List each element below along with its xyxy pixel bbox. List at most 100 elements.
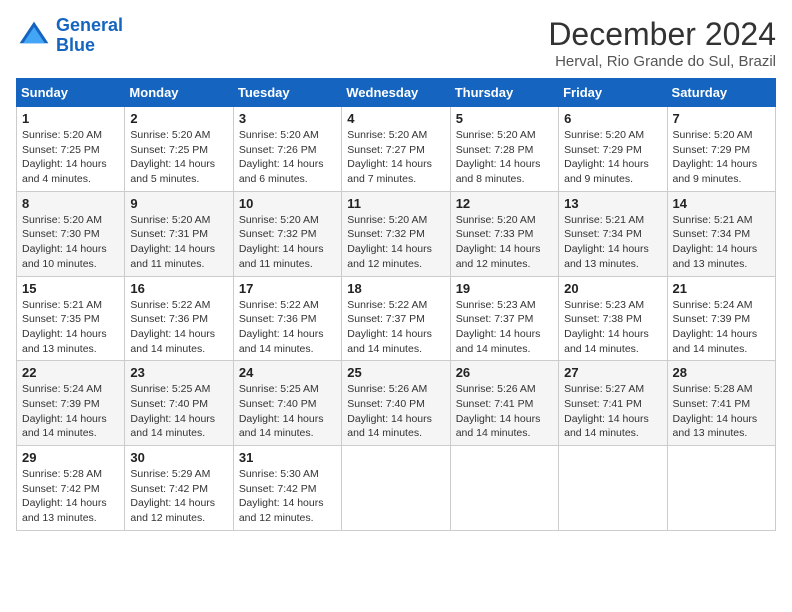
calendar-cell: 3 Sunrise: 5:20 AMSunset: 7:26 PMDaylight…	[233, 107, 341, 192]
day-info: Sunrise: 5:21 AMSunset: 7:35 PMDaylight:…	[22, 298, 119, 357]
calendar-cell: 18Sunrise: 5:22 AMSunset: 7:37 PMDayligh…	[342, 276, 450, 361]
calendar-cell	[667, 446, 775, 531]
weekday-header: Friday	[559, 79, 667, 107]
calendar-cell: 21 Sunrise: 5:24 AMSunset: 7:39 PMDayligh…	[667, 276, 775, 361]
calendar-cell: 29 Sunrise: 5:28 AMSunset: 7:42 PMDayligh…	[17, 446, 125, 531]
calendar-week-row: 1 Sunrise: 5:20 AMSunset: 7:25 PMDaylight…	[17, 107, 776, 192]
calendar-header: SundayMondayTuesdayWednesdayThursdayFrid…	[17, 79, 776, 107]
day-info: Sunrise: 5:20 AMSunset: 7:30 PMDaylight:…	[22, 213, 119, 272]
day-info: Sunrise: 5:20 AMSunset: 7:32 PMDaylight:…	[347, 213, 444, 272]
calendar-cell	[450, 446, 558, 531]
calendar-cell: 14 Sunrise: 5:21 AMSunset: 7:34 PMDayligh…	[667, 191, 775, 276]
day-info: Sunrise: 5:28 AMSunset: 7:41 PMDaylight:…	[673, 382, 770, 441]
day-info: Sunrise: 5:22 AMSunset: 7:36 PMDaylight:…	[239, 298, 336, 357]
day-info: Sunrise: 5:20 AMSunset: 7:28 PMDaylight:…	[456, 128, 553, 187]
day-info: Sunrise: 5:21 AMSunset: 7:34 PMDaylight:…	[673, 213, 770, 272]
calendar-cell: 12 Sunrise: 5:20 AMSunset: 7:33 PMDayligh…	[450, 191, 558, 276]
day-number: 11	[347, 196, 444, 211]
day-info: Sunrise: 5:20 AMSunset: 7:25 PMDaylight:…	[130, 128, 227, 187]
day-number: 8	[22, 196, 119, 211]
calendar-cell: 10 Sunrise: 5:20 AMSunset: 7:32 PMDayligh…	[233, 191, 341, 276]
day-number: 14	[673, 196, 770, 211]
day-info: Sunrise: 5:20 AMSunset: 7:32 PMDaylight:…	[239, 213, 336, 272]
day-info: Sunrise: 5:25 AMSunset: 7:40 PMDaylight:…	[239, 382, 336, 441]
day-number: 6	[564, 111, 661, 126]
weekday-row: SundayMondayTuesdayWednesdayThursdayFrid…	[17, 79, 776, 107]
day-info: Sunrise: 5:20 AMSunset: 7:33 PMDaylight:…	[456, 213, 553, 272]
calendar-cell: 30Sunrise: 5:29 AMSunset: 7:42 PMDayligh…	[125, 446, 233, 531]
day-number: 13	[564, 196, 661, 211]
calendar-cell: 27 Sunrise: 5:27 AMSunset: 7:41 PMDayligh…	[559, 361, 667, 446]
day-number: 21	[673, 281, 770, 296]
calendar-cell: 19 Sunrise: 5:23 AMSunset: 7:37 PMDayligh…	[450, 276, 558, 361]
day-number: 1	[22, 111, 119, 126]
calendar-cell: 6 Sunrise: 5:20 AMSunset: 7:29 PMDaylight…	[559, 107, 667, 192]
calendar-cell: 20 Sunrise: 5:23 AMSunset: 7:38 PMDayligh…	[559, 276, 667, 361]
day-info: Sunrise: 5:20 AMSunset: 7:31 PMDaylight:…	[130, 213, 227, 272]
calendar-cell: 16 Sunrise: 5:22 AMSunset: 7:36 PMDayligh…	[125, 276, 233, 361]
day-info: Sunrise: 5:20 AMSunset: 7:25 PMDaylight:…	[22, 128, 119, 187]
calendar-cell: 26 Sunrise: 5:26 AMSunset: 7:41 PMDayligh…	[450, 361, 558, 446]
day-number: 29	[22, 450, 119, 465]
day-info: Sunrise: 5:20 AMSunset: 7:29 PMDaylight:…	[564, 128, 661, 187]
day-number: 10	[239, 196, 336, 211]
day-number: 17	[239, 281, 336, 296]
logo: General Blue	[16, 16, 123, 56]
calendar-cell: 1 Sunrise: 5:20 AMSunset: 7:25 PMDaylight…	[17, 107, 125, 192]
day-number: 20	[564, 281, 661, 296]
day-number: 3	[239, 111, 336, 126]
title-area: December 2024 Herval, Rio Grande do Sul,…	[548, 16, 776, 70]
day-info: Sunrise: 5:24 AMSunset: 7:39 PMDaylight:…	[22, 382, 119, 441]
day-info: Sunrise: 5:20 AMSunset: 7:27 PMDaylight:…	[347, 128, 444, 187]
subtitle: Herval, Rio Grande do Sul, Brazil	[548, 53, 776, 70]
day-number: 7	[673, 111, 770, 126]
day-number: 5	[456, 111, 553, 126]
calendar-cell: 23 Sunrise: 5:25 AMSunset: 7:40 PMDayligh…	[125, 361, 233, 446]
day-number: 22	[22, 365, 119, 380]
day-info: Sunrise: 5:22 AMSunset: 7:37 PMDaylight:…	[347, 298, 444, 357]
day-info: Sunrise: 5:20 AMSunset: 7:29 PMDaylight:…	[673, 128, 770, 187]
day-number: 12	[456, 196, 553, 211]
calendar-cell: 22 Sunrise: 5:24 AMSunset: 7:39 PMDayligh…	[17, 361, 125, 446]
day-info: Sunrise: 5:23 AMSunset: 7:38 PMDaylight:…	[564, 298, 661, 357]
calendar-cell: 13 Sunrise: 5:21 AMSunset: 7:34 PMDayligh…	[559, 191, 667, 276]
calendar-cell: 9 Sunrise: 5:20 AMSunset: 7:31 PMDaylight…	[125, 191, 233, 276]
day-info: Sunrise: 5:26 AMSunset: 7:41 PMDaylight:…	[456, 382, 553, 441]
day-number: 19	[456, 281, 553, 296]
day-number: 27	[564, 365, 661, 380]
weekday-header: Thursday	[450, 79, 558, 107]
calendar-body: 1 Sunrise: 5:20 AMSunset: 7:25 PMDaylight…	[17, 107, 776, 531]
calendar-cell: 31Sunrise: 5:30 AMSunset: 7:42 PMDayligh…	[233, 446, 341, 531]
calendar-cell: 11 Sunrise: 5:20 AMSunset: 7:32 PMDayligh…	[342, 191, 450, 276]
day-info: Sunrise: 5:23 AMSunset: 7:37 PMDaylight:…	[456, 298, 553, 357]
day-number: 15	[22, 281, 119, 296]
calendar-cell	[559, 446, 667, 531]
logo-icon	[16, 18, 52, 54]
day-number: 26	[456, 365, 553, 380]
page-header: General Blue December 2024 Herval, Rio G…	[16, 16, 776, 70]
calendar-cell: 4 Sunrise: 5:20 AMSunset: 7:27 PMDaylight…	[342, 107, 450, 192]
day-info: Sunrise: 5:25 AMSunset: 7:40 PMDaylight:…	[130, 382, 227, 441]
day-info: Sunrise: 5:24 AMSunset: 7:39 PMDaylight:…	[673, 298, 770, 357]
calendar-cell: 24Sunrise: 5:25 AMSunset: 7:40 PMDayligh…	[233, 361, 341, 446]
calendar-week-row: 15 Sunrise: 5:21 AMSunset: 7:35 PMDayligh…	[17, 276, 776, 361]
calendar-cell: 5 Sunrise: 5:20 AMSunset: 7:28 PMDaylight…	[450, 107, 558, 192]
day-info: Sunrise: 5:26 AMSunset: 7:40 PMDaylight:…	[347, 382, 444, 441]
logo-text: General Blue	[56, 16, 123, 56]
day-info: Sunrise: 5:21 AMSunset: 7:34 PMDaylight:…	[564, 213, 661, 272]
day-info: Sunrise: 5:28 AMSunset: 7:42 PMDaylight:…	[22, 467, 119, 526]
day-number: 4	[347, 111, 444, 126]
day-info: Sunrise: 5:22 AMSunset: 7:36 PMDaylight:…	[130, 298, 227, 357]
calendar-week-row: 29 Sunrise: 5:28 AMSunset: 7:42 PMDayligh…	[17, 446, 776, 531]
day-number: 9	[130, 196, 227, 211]
day-number: 16	[130, 281, 227, 296]
day-info: Sunrise: 5:27 AMSunset: 7:41 PMDaylight:…	[564, 382, 661, 441]
day-info: Sunrise: 5:20 AMSunset: 7:26 PMDaylight:…	[239, 128, 336, 187]
calendar-cell: 25 Sunrise: 5:26 AMSunset: 7:40 PMDayligh…	[342, 361, 450, 446]
calendar-table: SundayMondayTuesdayWednesdayThursdayFrid…	[16, 78, 776, 531]
calendar-cell: 8 Sunrise: 5:20 AMSunset: 7:30 PMDaylight…	[17, 191, 125, 276]
calendar-cell	[342, 446, 450, 531]
day-number: 28	[673, 365, 770, 380]
day-number: 23	[130, 365, 227, 380]
day-number: 25	[347, 365, 444, 380]
